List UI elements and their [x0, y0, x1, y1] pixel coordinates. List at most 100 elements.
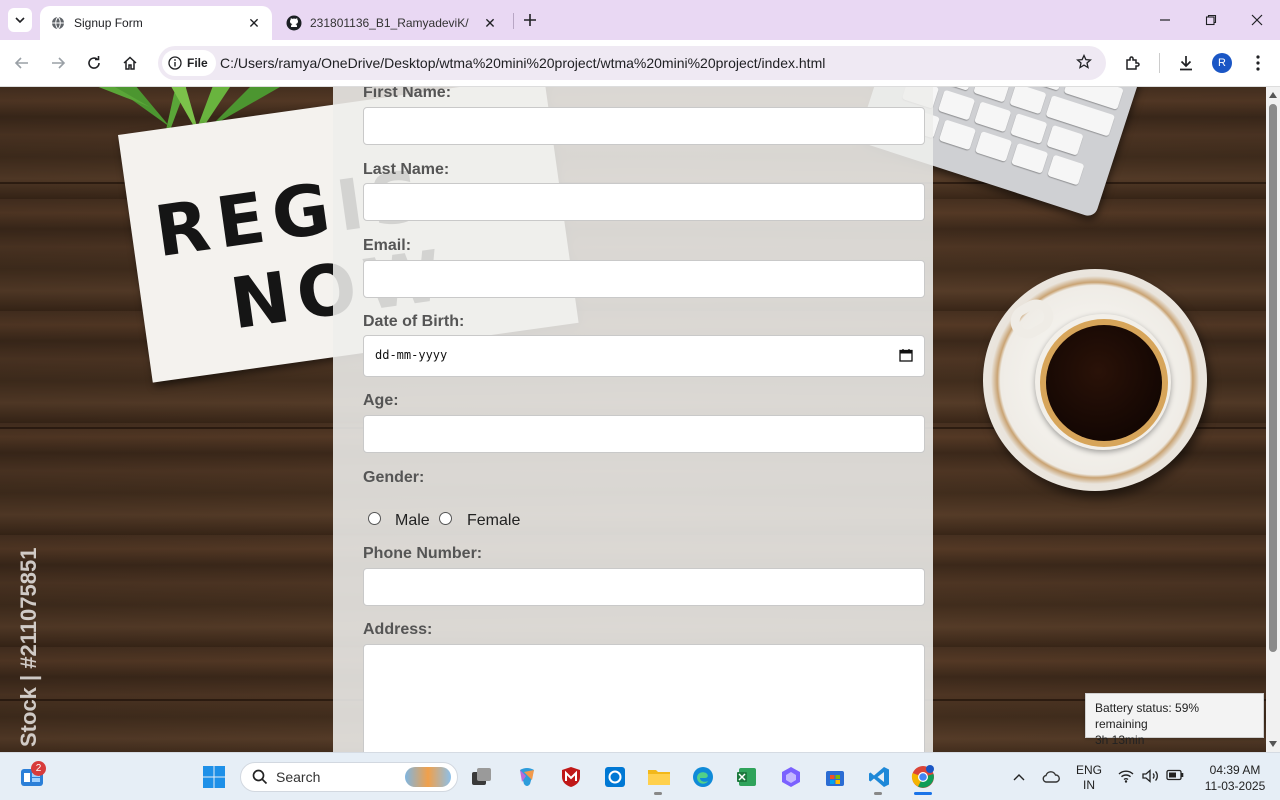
- reload-button[interactable]: [82, 51, 106, 75]
- hexagon-app-icon: [782, 767, 800, 787]
- site-info-label: File: [187, 56, 208, 70]
- windows-taskbar: 2 Search ENG IN 04:39 AM 11-03-2025: [0, 752, 1280, 800]
- store-button[interactable]: [821, 763, 849, 791]
- scrollbar-thumb[interactable]: [1269, 104, 1277, 652]
- close-tab-icon[interactable]: ✕: [482, 15, 498, 31]
- active-indicator: [914, 792, 932, 795]
- extensions-button[interactable]: [1121, 51, 1145, 75]
- address-textarea[interactable]: [363, 644, 925, 752]
- globe-icon: [50, 15, 66, 31]
- arrow-left-icon: [14, 57, 28, 69]
- task-view-icon: [472, 768, 491, 785]
- cortana-button[interactable]: [601, 763, 629, 791]
- bookmark-star-icon[interactable]: [1076, 54, 1092, 70]
- app-hexagon-button[interactable]: [777, 763, 805, 791]
- toolbar-separator: [1159, 53, 1160, 73]
- widgets-badge: 2: [31, 761, 46, 776]
- stock-watermark: Stock | #211075851: [16, 547, 41, 747]
- excel-button[interactable]: [733, 763, 761, 791]
- gender-label: Gender:: [363, 469, 425, 486]
- home-icon: [123, 56, 137, 70]
- site-info-chip[interactable]: File: [162, 50, 216, 76]
- vscode-icon: [869, 767, 889, 787]
- restore-icon: [1205, 14, 1217, 26]
- show-hidden-icons-button[interactable]: [1005, 763, 1033, 791]
- start-button[interactable]: [200, 763, 228, 791]
- taskbar-search-box[interactable]: Search: [240, 762, 458, 792]
- gender-female-radio[interactable]: [439, 512, 452, 525]
- vscode-button[interactable]: [865, 763, 893, 791]
- more-vertical-icon: [1256, 55, 1260, 71]
- download-icon: [1180, 56, 1192, 71]
- address-bar[interactable]: File C:/Users/ramya/OneDrive/Desktop/wtm…: [158, 46, 1106, 80]
- downloads-button[interactable]: [1174, 51, 1198, 75]
- task-view-button[interactable]: [468, 763, 496, 791]
- copilot-button[interactable]: [513, 763, 541, 791]
- forward-button[interactable]: [46, 51, 70, 75]
- search-placeholder: Search: [276, 769, 321, 785]
- page-viewport: REGIS NOW Stock | #211075851 First Name:…: [0, 87, 1266, 752]
- first-name-input[interactable]: [363, 107, 925, 145]
- file-explorer-button[interactable]: [645, 763, 673, 791]
- clock-time: 04:39 AM: [1209, 763, 1261, 777]
- scroll-down-icon[interactable]: [1269, 740, 1277, 748]
- new-tab-button[interactable]: [520, 10, 540, 30]
- tab-github[interactable]: 231801136_B1_RamyadeviK/ at ✕: [278, 6, 508, 40]
- dob-input[interactable]: dd-mm-yyyy: [363, 335, 925, 377]
- email-label: Email:: [363, 237, 412, 254]
- url-text[interactable]: C:/Users/ramya/OneDrive/Desktop/wtma%20m…: [220, 55, 825, 71]
- chevron-down-icon: [15, 17, 25, 24]
- wifi-icon[interactable]: [1118, 769, 1134, 783]
- store-icon: [826, 771, 844, 786]
- age-label: Age:: [363, 392, 399, 409]
- tab-separator: [513, 13, 514, 29]
- profile-avatar[interactable]: R: [1212, 53, 1232, 73]
- email-input[interactable]: [363, 260, 925, 298]
- puzzle-icon: [1126, 56, 1140, 70]
- gender-male-label: Male: [395, 512, 430, 529]
- page-scrollbar[interactable]: [1266, 87, 1280, 752]
- taskbar-clock[interactable]: 04:39 AM 11-03-2025: [1196, 762, 1274, 794]
- gender-male-radio[interactable]: [368, 512, 381, 525]
- last-name-input[interactable]: [363, 183, 925, 221]
- spreadsheet-icon: [737, 768, 756, 786]
- restore-button[interactable]: [1199, 8, 1223, 32]
- first-name-label: First Name:: [363, 87, 452, 101]
- chrome-icon: [911, 765, 934, 788]
- clock-date: 11-03-2025: [1204, 779, 1266, 793]
- signup-form: First Name: Last Name: Email: Date of Bi…: [333, 87, 933, 752]
- arrow-right-icon: [52, 57, 66, 69]
- battery-icon[interactable]: [1166, 769, 1184, 781]
- back-button[interactable]: [10, 51, 34, 75]
- edge-icon: [693, 767, 713, 787]
- close-window-button[interactable]: [1245, 8, 1269, 32]
- edge-button[interactable]: [689, 763, 717, 791]
- tab-search-button[interactable]: [8, 8, 32, 32]
- close-tab-icon[interactable]: ✕: [246, 15, 262, 31]
- tab-title: Signup Form: [74, 16, 143, 30]
- browser-menu-button[interactable]: [1246, 51, 1270, 75]
- dob-placeholder: dd-mm-yyyy: [375, 348, 448, 362]
- minimize-button[interactable]: [1153, 8, 1177, 32]
- mcafee-button[interactable]: [557, 763, 585, 791]
- battery-status-text: Battery status: 59% remaining: [1095, 701, 1200, 731]
- minimize-icon: [1160, 19, 1170, 21]
- age-input[interactable]: [363, 415, 925, 453]
- phone-input[interactable]: [363, 568, 925, 606]
- onedrive-button[interactable]: [1037, 763, 1065, 791]
- cloud-sync-icon: [1042, 771, 1060, 783]
- search-icon: [252, 769, 268, 785]
- last-name-label: Last Name:: [363, 161, 450, 178]
- calendar-icon[interactable]: [899, 348, 913, 362]
- language-indicator[interactable]: ENG IN: [1070, 763, 1108, 793]
- folder-icon: [648, 770, 670, 785]
- windows-logo-icon: [203, 766, 225, 788]
- scroll-up-icon[interactable]: [1269, 91, 1277, 99]
- browser-toolbar: File C:/Users/ramya/OneDrive/Desktop/wtm…: [0, 40, 1280, 87]
- plus-icon: [524, 14, 536, 26]
- tab-signup-form[interactable]: Signup Form ✕: [40, 6, 272, 40]
- home-button[interactable]: [118, 51, 142, 75]
- chrome-button[interactable]: [909, 763, 937, 791]
- volume-icon[interactable]: [1142, 769, 1160, 783]
- language-code: ENG: [1075, 763, 1102, 777]
